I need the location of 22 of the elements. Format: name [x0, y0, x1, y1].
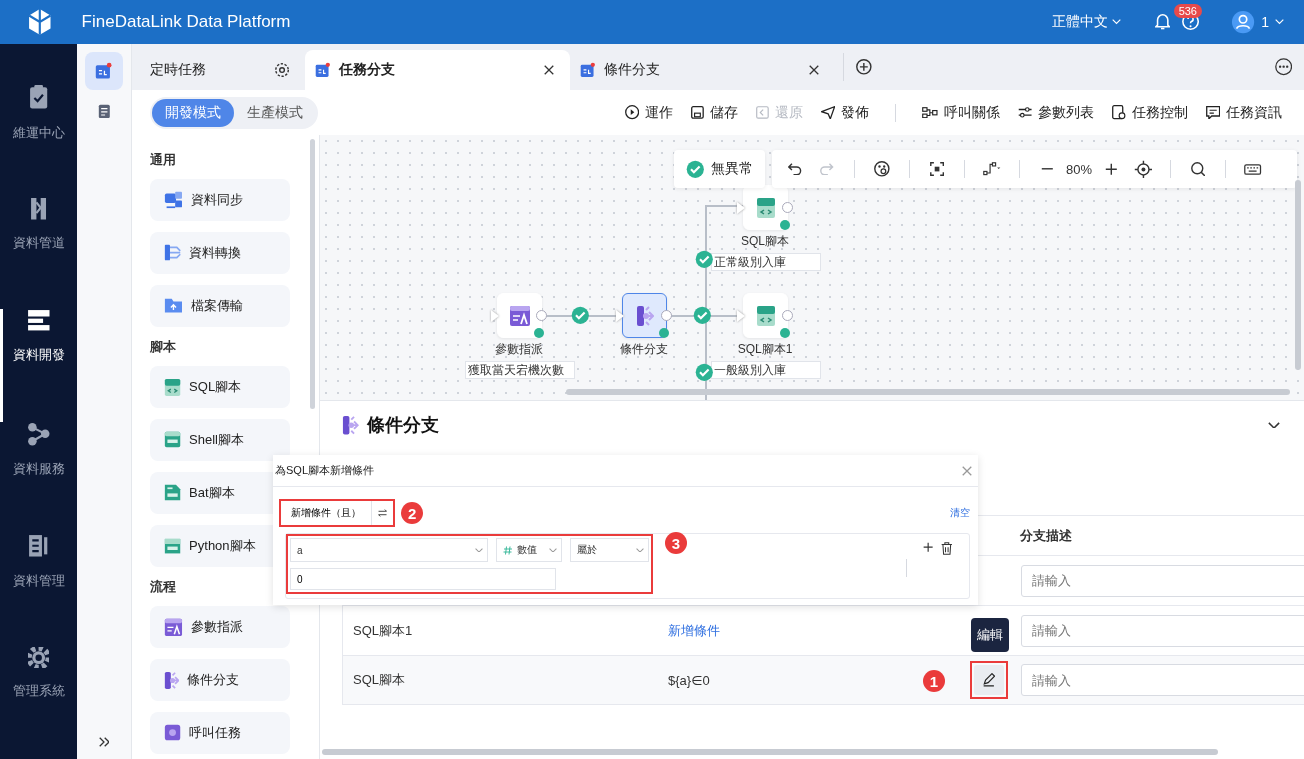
node-description: 一般級別入庫 — [711, 361, 821, 379]
table-cell-text: SQL腳本1 — [352, 621, 414, 640]
callout-badge: 1 — [923, 670, 945, 692]
table-cell-text: SQL腳本 — [352, 671, 406, 689]
section-title: 通用 — [150, 151, 177, 169]
tooltip: 編輯 — [971, 618, 1009, 652]
notification-badge: 536 — [1173, 4, 1202, 19]
status-indicator: 無異常 — [674, 150, 765, 188]
table-cell: ${a}∈0 — [668, 672, 710, 688]
node-label: SQL腳本1 — [736, 341, 794, 358]
callout-badge: 2 — [401, 502, 424, 524]
node-description: 正常級別入庫 — [711, 253, 821, 271]
node-label: 條件分支 — [619, 341, 669, 358]
node-label: SQL腳本 — [740, 233, 790, 250]
section-title: 腳本 — [150, 338, 177, 356]
panel-title: 條件分支 — [366, 414, 439, 437]
node-description: 獲取當天宕機次數 — [465, 361, 575, 379]
column-header: 分支描述 — [1019, 526, 1073, 545]
zoom-level: 80% — [1066, 161, 1093, 177]
app-title: FineDataLink Data Platform — [81, 12, 291, 32]
callout-badge: 3 — [665, 532, 687, 554]
node-label: 參數指派 — [494, 341, 544, 358]
